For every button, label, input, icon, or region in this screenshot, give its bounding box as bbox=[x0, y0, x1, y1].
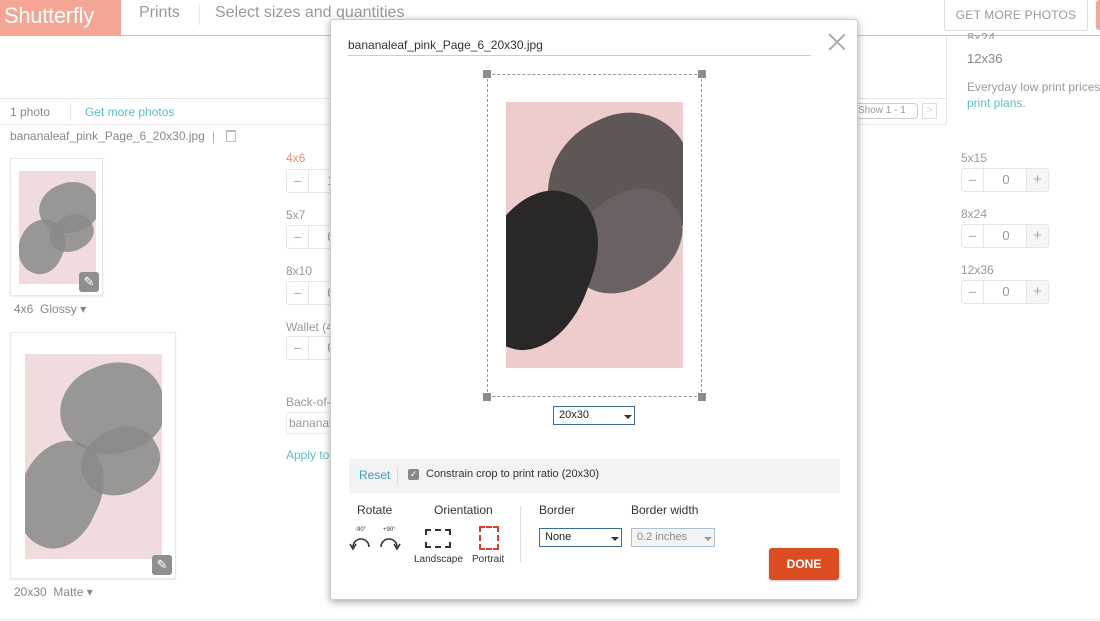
quantity-stepper-12x36[interactable]: − 0 + bbox=[961, 280, 1049, 304]
size-label-5x7: 5x7 bbox=[286, 208, 306, 222]
close-icon[interactable] bbox=[828, 33, 846, 51]
border-width-select[interactable]: 0.2 inches bbox=[631, 528, 715, 547]
increment-button[interactable]: + bbox=[1026, 225, 1048, 247]
size-label-wallet: Wallet (4 bbox=[286, 320, 333, 334]
thumbnail-20x30[interactable]: ✎ bbox=[10, 332, 176, 579]
thumbnail-4x6[interactable]: ✎ bbox=[10, 158, 103, 296]
pager-select[interactable]: Show 1 - 1 bbox=[855, 103, 918, 119]
file-name: bananaleaf_pink_Page_6_20x30.jpg bbox=[10, 129, 205, 143]
pager-next-button[interactable]: > bbox=[922, 103, 937, 119]
thumb-finish: Matte bbox=[53, 585, 84, 599]
portrait-option-icon[interactable] bbox=[479, 526, 499, 550]
caret-down-icon bbox=[611, 537, 619, 541]
done-button[interactable]: DONE bbox=[769, 548, 839, 580]
constrain-bar: Reset ✓ Constrain crop to print ratio (2… bbox=[349, 459, 840, 493]
border-width-value: 0.2 inches bbox=[637, 531, 688, 543]
get-more-photos-button[interactable]: GET MORE PHOTOS bbox=[944, 0, 1088, 31]
quantity-value[interactable]: 0 bbox=[984, 225, 1028, 247]
crop-handle-top-left[interactable] bbox=[483, 70, 491, 78]
thumb-size: 4x6 bbox=[14, 302, 34, 316]
size-item: 12x36 bbox=[967, 51, 1003, 66]
edit-pencil-icon[interactable]: ✎ bbox=[152, 555, 172, 575]
landscape-label[interactable]: Landscape bbox=[414, 554, 463, 565]
thumbnail-label[interactable]: 20x30 Matte ▾ bbox=[14, 585, 93, 599]
cart-button-edge[interactable] bbox=[1096, 0, 1100, 30]
crop-editor-modal: bananaleaf_pink_Page_6_20x30.jpg 20x30 R… bbox=[330, 19, 858, 600]
breadcrumb-divider bbox=[199, 5, 200, 25]
crop-handle-bottom-right[interactable] bbox=[698, 393, 706, 401]
chevron-down-icon: ▾ bbox=[80, 302, 87, 316]
rotate-left-button[interactable]: -90° bbox=[349, 527, 373, 551]
modal-title: bananaleaf_pink_Page_6_20x30.jpg bbox=[348, 38, 811, 56]
divider bbox=[397, 466, 398, 486]
border-width-label: Border width bbox=[631, 503, 699, 517]
breadcrumb-prints[interactable]: Prints bbox=[139, 4, 180, 22]
print-plans-link[interactable]: print plans. bbox=[967, 96, 1026, 110]
photo-count: 1 photo bbox=[10, 105, 51, 119]
constrain-checkbox[interactable]: ✓ bbox=[408, 469, 419, 480]
caret-down-icon bbox=[704, 537, 712, 541]
quantity-stepper-8x24[interactable]: − 0 + bbox=[961, 224, 1049, 248]
shutterfly-logo[interactable]: Shutterfly bbox=[0, 0, 121, 36]
border-select[interactable]: None bbox=[539, 528, 622, 547]
right-panel: 8x24 12x36 Everyday low print prices pri… bbox=[946, 30, 1100, 124]
apply-to-all-link[interactable]: Apply to bbox=[286, 448, 329, 462]
quantity-stepper-5x15[interactable]: − 0 + bbox=[961, 168, 1049, 192]
edit-pencil-icon[interactable]: ✎ bbox=[79, 272, 99, 292]
subbar-divider bbox=[70, 103, 71, 121]
size-label-4x6: 4x6 bbox=[286, 151, 306, 165]
orientation-label: Orientation bbox=[434, 503, 493, 517]
crop-frame[interactable] bbox=[487, 74, 702, 397]
decrement-button[interactable]: − bbox=[962, 169, 984, 191]
period: . bbox=[1022, 96, 1026, 110]
increment-button[interactable]: + bbox=[1026, 169, 1048, 191]
thumbnail-label[interactable]: 4x6 Glossy ▾ bbox=[14, 302, 86, 316]
back-of-print-label: Back-of- bbox=[286, 395, 331, 409]
decrement-button[interactable]: − bbox=[962, 225, 984, 247]
border-value: None bbox=[545, 531, 572, 543]
size-item-cut: 8x24 bbox=[967, 30, 996, 39]
thumbnail-image bbox=[25, 354, 162, 559]
crop-handle-top-right[interactable] bbox=[698, 70, 706, 78]
decrement-button[interactable]: − bbox=[287, 337, 309, 359]
border-label: Border bbox=[539, 503, 576, 517]
print-size-select[interactable]: 20x30 bbox=[553, 406, 635, 425]
print-plans-link-text[interactable]: print plans bbox=[967, 96, 1022, 110]
constrain-label: Constrain crop to print ratio (20x30) bbox=[426, 468, 600, 480]
print-size-value: 20x30 bbox=[559, 409, 589, 421]
increment-button[interactable]: + bbox=[1026, 281, 1048, 303]
promo-text: Everyday low print prices bbox=[967, 80, 1100, 94]
chevron-down-icon: ▾ bbox=[86, 585, 93, 599]
size-label-8x10: 8x10 bbox=[286, 264, 313, 278]
size-label-8x24: 8x24 bbox=[961, 207, 988, 221]
portrait-label[interactable]: Portrait bbox=[472, 554, 504, 565]
quantity-value[interactable]: 0 bbox=[984, 169, 1028, 191]
quantity-value[interactable]: 0 bbox=[984, 281, 1028, 303]
rotate-right-icon bbox=[380, 538, 401, 551]
caret-down-icon bbox=[624, 415, 632, 419]
section-divider bbox=[520, 506, 521, 562]
thumb-size: 20x30 bbox=[14, 585, 47, 599]
decrement-button[interactable]: − bbox=[962, 281, 984, 303]
size-label-5x15: 5x15 bbox=[961, 151, 988, 165]
crop-handle-bottom-left[interactable] bbox=[483, 393, 491, 401]
thumbnail-image bbox=[19, 171, 96, 284]
decrement-button[interactable]: − bbox=[287, 170, 309, 192]
landscape-option-icon[interactable] bbox=[425, 529, 451, 548]
rotate-right-button[interactable]: +90° bbox=[377, 527, 401, 551]
get-more-photos-link[interactable]: Get more photos bbox=[85, 105, 174, 119]
size-label-12x36: 12x36 bbox=[961, 263, 994, 277]
reset-link[interactable]: Reset bbox=[359, 468, 390, 482]
decrement-button[interactable]: − bbox=[287, 282, 309, 304]
trash-icon[interactable] bbox=[226, 130, 236, 142]
rotate-label: Rotate bbox=[357, 503, 393, 517]
file-name-divider: | bbox=[212, 130, 216, 144]
decrement-button[interactable]: − bbox=[287, 226, 309, 248]
thumb-finish: Glossy bbox=[40, 302, 77, 316]
page-divider bbox=[0, 619, 1100, 620]
rotate-left-icon bbox=[349, 538, 370, 551]
